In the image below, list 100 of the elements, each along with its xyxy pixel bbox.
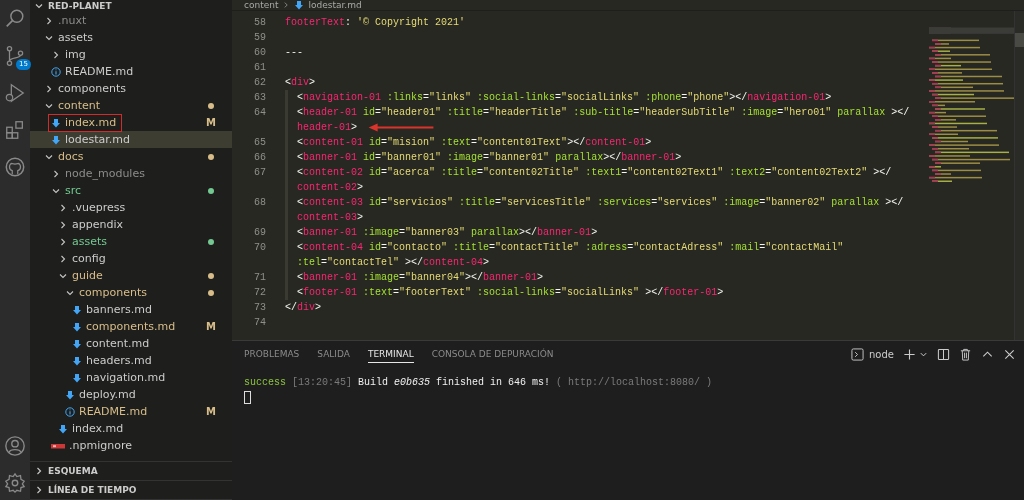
- tree-item[interactable]: content: [30, 97, 232, 114]
- terminal-icon: [851, 347, 865, 361]
- terminal-output: success [13:20:45] Build e0b635 finished in 646 ms! ( http://localhost:8080/ ): [244, 377, 714, 388]
- code-line: <banner-01 :image="banner04"></banner-01>: [297, 272, 544, 283]
- breadcrumb-item[interactable]: lodestar.md: [308, 0, 362, 10]
- trash-icon[interactable]: [959, 347, 972, 361]
- line-number: 70: [254, 242, 266, 253]
- extensions-icon[interactable]: [4, 119, 26, 141]
- markdown-file-icon: [72, 321, 82, 332]
- line-number: 69: [254, 227, 266, 238]
- panel-tab[interactable]: SALIDA: [317, 345, 350, 363]
- tree-item[interactable]: components: [30, 80, 232, 97]
- markdown-file-icon: [51, 117, 61, 128]
- code-line: <content-01 id="mision" :text="content01Text"></content-01>: [297, 137, 652, 148]
- code-line: footerText: '© Copyright 2021': [285, 17, 466, 28]
- code-line: :tel="contactTel" ></content-04>: [297, 257, 490, 268]
- line-number: 58: [254, 17, 266, 28]
- split-icon[interactable]: [937, 347, 950, 361]
- code-line: <content-04 id="contacto" :title="contactTitle" :adress="contactAdress" :mail="contactMail": [297, 242, 844, 253]
- markdown-file-icon: [65, 389, 75, 400]
- tree-item[interactable]: deploy.md: [30, 386, 232, 403]
- line-number: 65: [254, 137, 266, 148]
- code-line: ---: [285, 47, 303, 58]
- markdown-file-icon: [72, 338, 82, 349]
- code-line: <footer-01 :text="footerText" :social-links="socialLinks" ></footer-01>: [297, 287, 724, 298]
- close-icon[interactable]: [1003, 347, 1016, 361]
- code-line: <banner-01 id="banner01" :image="banner01" parallax></banner-01>: [297, 152, 682, 163]
- line-number: 74: [254, 317, 266, 328]
- tree-item[interactable]: components.md M: [30, 318, 232, 335]
- line-number: 64: [254, 107, 266, 118]
- panel-tab[interactable]: TERMINAL: [367, 345, 414, 363]
- panel-tab[interactable]: CONSOLA DE DEPURACIÓN: [431, 345, 554, 363]
- tree-item[interactable]: assets: [30, 233, 232, 250]
- line-number: 72: [254, 287, 266, 298]
- markdown-file-icon: [72, 355, 82, 366]
- tree-item[interactable]: index.md: [30, 420, 232, 437]
- markdown-file-icon: [51, 134, 61, 145]
- tree-item[interactable]: .npmignore: [30, 437, 232, 454]
- markdown-file-icon: [58, 423, 68, 434]
- github-icon[interactable]: [4, 156, 26, 178]
- tree-item[interactable]: .nuxt: [30, 12, 232, 29]
- tree-item[interactable]: content.md: [30, 335, 232, 352]
- scrollbar[interactable]: [1014, 11, 1024, 340]
- line-number: 67: [254, 167, 266, 178]
- tree-item[interactable]: banners.md: [30, 301, 232, 318]
- tree-item[interactable]: src: [30, 182, 232, 199]
- tree-item[interactable]: README.md M: [30, 403, 232, 420]
- search-icon[interactable]: [4, 8, 26, 30]
- tree-item[interactable]: docs: [30, 148, 232, 165]
- plus-icon[interactable]: [903, 347, 916, 361]
- line-number: 63: [254, 92, 266, 103]
- git-status-label: M: [206, 321, 216, 332]
- terminal-selector[interactable]: node: [851, 347, 894, 361]
- tree-item[interactable]: guide: [30, 267, 232, 284]
- tree-item[interactable]: .vuepress: [30, 199, 232, 216]
- settings-icon[interactable]: [4, 472, 26, 494]
- code-line: </div>: [285, 302, 322, 313]
- code-line: <content-02 id="acerca" :title="content02Title" :text1="content02Text1" :text2="content02Text2" ></: [297, 167, 892, 178]
- code-line: content-02>: [297, 182, 364, 193]
- line-number: 73: [254, 302, 266, 313]
- tree-item[interactable]: lodestar.md: [30, 131, 232, 148]
- chevron-right-icon: [282, 1, 291, 9]
- chevron-down-icon[interactable]: [34, 1, 44, 11]
- info-icon: [65, 406, 75, 417]
- breadcrumb-item[interactable]: content: [244, 0, 279, 10]
- git-status-label: M: [206, 117, 216, 128]
- tree-item[interactable]: index.md M: [30, 114, 232, 131]
- tree-item[interactable]: assets: [30, 29, 232, 46]
- markdown-file-icon: [72, 372, 82, 383]
- tree-item[interactable]: config: [30, 250, 232, 267]
- line-number: 59: [254, 32, 266, 43]
- terminal-cursor: [244, 391, 251, 404]
- markdown-file-icon: [294, 0, 305, 10]
- tree-item[interactable]: README.md: [30, 63, 232, 80]
- code-line: <navigation-01 :links="links" :social-links="socialLinks" :phone="phone"></navigation-01>: [297, 92, 832, 103]
- code-line: content-03>: [297, 212, 364, 223]
- source-control-icon[interactable]: [4, 45, 26, 67]
- section-header[interactable]: ESQUEMA: [30, 462, 232, 481]
- tree-item[interactable]: headers.md: [30, 352, 232, 369]
- line-number: 68: [254, 197, 266, 208]
- tree-item[interactable]: appendix: [30, 216, 232, 233]
- code-line: <div>: [285, 77, 316, 88]
- info-icon: [51, 66, 61, 77]
- line-number: 60: [254, 47, 266, 58]
- code-line: <content-03 id="servicios" :title="servicesTitle" :services="services" :image="banner02" parallax ></: [297, 197, 904, 208]
- git-status-label: M: [206, 406, 216, 417]
- code-line: header-01>: [297, 122, 358, 133]
- panel-tab[interactable]: PROBLEMAS: [244, 345, 300, 363]
- line-number: 62: [254, 77, 266, 88]
- tree-item[interactable]: node_modules: [30, 165, 232, 182]
- tree-item[interactable]: components: [30, 284, 232, 301]
- code-line: <banner-01 :image="banner03" parallax></banner-01>: [297, 227, 598, 238]
- tree-item[interactable]: navigation.md: [30, 369, 232, 386]
- tree-item[interactable]: img: [30, 46, 232, 63]
- run-debug-icon[interactable]: [4, 82, 26, 104]
- account-icon[interactable]: [4, 435, 26, 457]
- section-header[interactable]: LÍNEA DE TIEMPO: [30, 481, 232, 500]
- project-name: RED-PLANET: [48, 1, 112, 11]
- markdown-file-icon: [72, 304, 82, 315]
- code-line: <header-01 id="header01" :title="headerTitle" :sub-title="headerSubTitle" :image="hero01" parallax ></: [297, 107, 910, 118]
